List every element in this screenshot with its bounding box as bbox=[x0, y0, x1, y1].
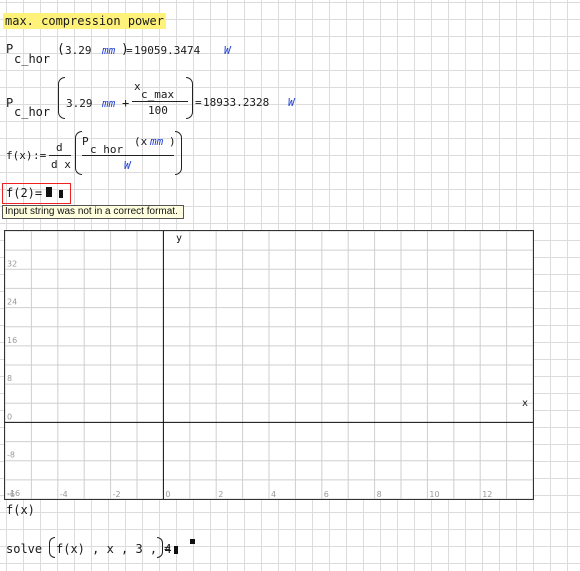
derivative-d: d bbox=[56, 141, 63, 154]
fraction-numerator-subscript: c_max bbox=[141, 88, 175, 101]
argument-value: 3.29 bbox=[66, 97, 93, 110]
argument-value: 3.29 bbox=[65, 44, 92, 57]
function-name: P bbox=[6, 96, 14, 110]
x-tick-label: 0 bbox=[165, 490, 170, 499]
argument-unit: mm bbox=[102, 44, 116, 57]
solve-arguments: f(x) , x , 3 , 4 bbox=[56, 542, 172, 556]
equals-sign: = bbox=[126, 44, 133, 57]
x-tick-label: -6 bbox=[7, 490, 15, 499]
error-tooltip: Input string was not in a correct format… bbox=[2, 205, 184, 219]
x-tick-label: 2 bbox=[218, 490, 223, 499]
x-tick-label: 4 bbox=[271, 490, 276, 499]
equals-sign: = bbox=[164, 542, 171, 555]
solve-function: solve bbox=[6, 542, 43, 556]
x-tick-label: -4 bbox=[60, 490, 68, 499]
y-tick-label: 8 bbox=[7, 374, 12, 383]
placeholder-marker bbox=[59, 187, 63, 200]
x-axis-label: x bbox=[522, 398, 529, 409]
denominator-unit: W bbox=[124, 159, 131, 172]
result-value: 18933.2328 bbox=[203, 96, 270, 109]
derivative-dx: d x bbox=[51, 158, 71, 171]
y-tick-label: 0 bbox=[7, 412, 12, 421]
y-tick-label: -8 bbox=[7, 451, 15, 460]
y-tick-label: 32 bbox=[7, 259, 17, 268]
placeholder-marker bbox=[174, 543, 178, 556]
result-unit: W bbox=[224, 44, 231, 57]
inner-argument-unit: mm bbox=[150, 135, 164, 148]
y-axis-label: y bbox=[176, 233, 183, 244]
fraction-numerator: x bbox=[134, 80, 141, 93]
y-tick-label: 24 bbox=[7, 298, 17, 307]
close-paren bbox=[186, 77, 193, 119]
plus-sign: + bbox=[122, 96, 130, 110]
x-tick-label: 8 bbox=[377, 490, 382, 499]
derivative-bar bbox=[49, 155, 71, 156]
x-tick-label: 6 bbox=[324, 490, 329, 499]
expression-text: f(2)= bbox=[6, 186, 43, 200]
open-paren bbox=[49, 537, 55, 558]
fraction-denominator: 100 bbox=[148, 104, 168, 117]
function-subscript: c_hor bbox=[14, 105, 51, 119]
inner-function-name: P bbox=[82, 135, 89, 148]
open-paren bbox=[75, 131, 82, 175]
y-tick-label: 16 bbox=[7, 336, 17, 345]
close-paren bbox=[175, 131, 182, 175]
x-tick-label: -2 bbox=[113, 490, 121, 499]
plot-canvas: 32241680-8-16-6 -4 -2 0 2 4 6 8 10 12 bbox=[5, 231, 533, 499]
open-paren: ( bbox=[57, 42, 65, 57]
result-unit: W bbox=[288, 96, 295, 109]
xy-plot[interactable]: 32 24 16 8 0 -8 -16 -6 -4 -2 0 2 4 6 8 10 12 y x bbox=[4, 230, 534, 500]
plot-function-label[interactable]: f(x) bbox=[6, 503, 35, 517]
function-subscript: c_hor bbox=[14, 52, 51, 66]
result-value: 19059.3474 bbox=[134, 44, 201, 57]
x-tick-label: 12 bbox=[482, 490, 492, 499]
x-tick-label: 10 bbox=[429, 490, 439, 499]
text-cursor bbox=[46, 186, 52, 199]
equals-sign: = bbox=[195, 96, 202, 109]
section-title[interactable]: max. compression power bbox=[3, 13, 166, 29]
inner-argument: (x bbox=[134, 135, 148, 148]
fraction-bar bbox=[132, 101, 188, 102]
assign-operator: := bbox=[33, 149, 47, 162]
function-lhs: f(x) bbox=[6, 149, 33, 162]
open-paren bbox=[58, 77, 65, 119]
function-name: P bbox=[6, 42, 14, 56]
placeholder-marker bbox=[190, 533, 195, 546]
argument-unit: mm bbox=[102, 97, 116, 110]
fraction-bar bbox=[82, 155, 174, 156]
close-paren bbox=[157, 537, 163, 558]
